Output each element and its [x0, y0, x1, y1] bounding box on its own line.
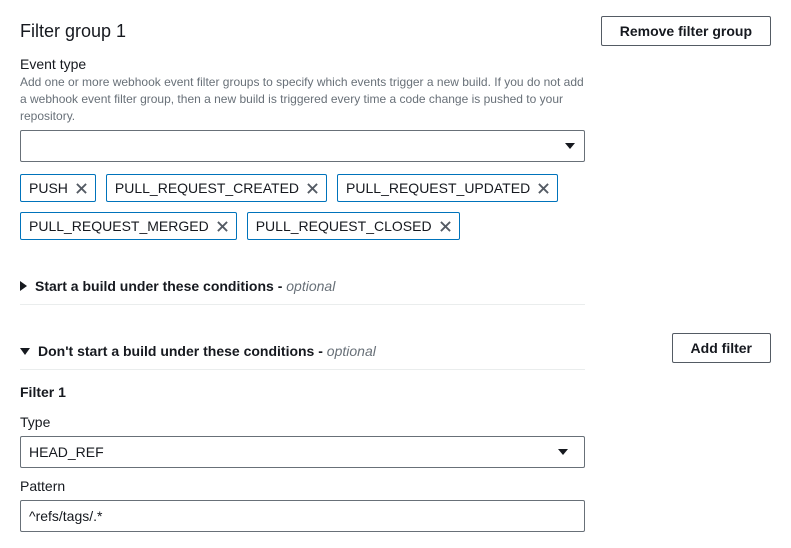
event-type-tag-row: PUSH PULL_REQUEST_CREATED PULL_REQUEST_U… — [20, 174, 585, 240]
event-tag-label: PULL_REQUEST_MERGED — [29, 218, 209, 234]
caret-down-icon — [20, 348, 30, 355]
event-tag: PUSH — [20, 174, 96, 202]
close-icon[interactable] — [538, 183, 549, 194]
event-tag: PULL_REQUEST_MERGED — [20, 212, 237, 240]
dont-start-conditions-expander[interactable]: Don't start a build under these conditio… — [20, 333, 585, 370]
optional-label: optional — [286, 278, 335, 294]
pattern-input[interactable] — [20, 500, 585, 532]
filter-type-select[interactable]: HEAD_REF — [20, 436, 585, 468]
filter-type-value: HEAD_REF — [29, 444, 104, 460]
close-icon[interactable] — [76, 183, 87, 194]
close-icon[interactable] — [217, 221, 228, 232]
event-type-help-text: Add one or more webhook event filter gro… — [20, 74, 585, 124]
close-icon[interactable] — [440, 221, 451, 232]
close-icon[interactable] — [307, 183, 318, 194]
add-filter-button[interactable]: Add filter — [672, 333, 771, 363]
start-conditions-label: Start a build under these conditions — [35, 278, 274, 294]
event-tag: PULL_REQUEST_CREATED — [106, 174, 327, 202]
event-type-select[interactable] — [20, 130, 585, 162]
filter-1-heading: Filter 1 — [20, 384, 771, 400]
chevron-down-icon — [550, 449, 576, 455]
start-conditions-expander[interactable]: Start a build under these conditions - o… — [20, 268, 585, 305]
event-tag-label: PULL_REQUEST_CREATED — [115, 180, 299, 196]
optional-label: optional — [327, 343, 376, 359]
event-tag-label: PULL_REQUEST_UPDATED — [346, 180, 530, 196]
type-field-label: Type — [20, 414, 771, 430]
event-tag-label: PUSH — [29, 180, 68, 196]
event-tag-label: PULL_REQUEST_CLOSED — [256, 218, 432, 234]
filter-group-title: Filter group 1 — [20, 21, 126, 42]
dont-start-conditions-label: Don't start a build under these conditio… — [38, 343, 314, 359]
event-tag: PULL_REQUEST_UPDATED — [337, 174, 558, 202]
caret-right-icon — [20, 281, 27, 291]
chevron-down-icon — [556, 131, 584, 161]
event-type-label: Event type — [20, 56, 585, 72]
event-tag: PULL_REQUEST_CLOSED — [247, 212, 460, 240]
pattern-field-label: Pattern — [20, 478, 771, 494]
remove-filter-group-button[interactable]: Remove filter group — [601, 16, 771, 46]
